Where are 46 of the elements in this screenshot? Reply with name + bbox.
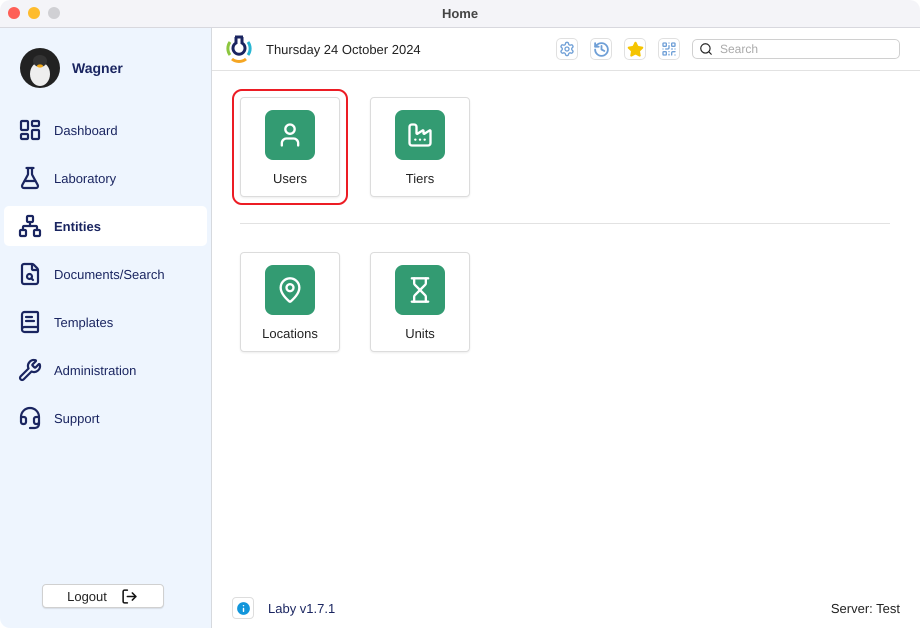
minimize-button[interactable] bbox=[28, 7, 40, 19]
history-button[interactable] bbox=[590, 38, 612, 60]
star-icon bbox=[626, 40, 644, 58]
settings-icon bbox=[559, 41, 575, 57]
nav-icon bbox=[18, 406, 42, 430]
nav-icon bbox=[18, 166, 42, 190]
entity-tile[interactable]: Users bbox=[240, 97, 340, 197]
sidebar-item[interactable]: Dashboard bbox=[4, 110, 207, 150]
logo-icon bbox=[224, 34, 254, 64]
tile-icon bbox=[265, 110, 315, 160]
nav-icon bbox=[18, 310, 42, 334]
history-icon bbox=[592, 40, 610, 58]
entity-tile[interactable]: Locations bbox=[240, 252, 340, 352]
nav-icon bbox=[18, 358, 42, 382]
tile-icon bbox=[395, 110, 445, 160]
sidebar-item[interactable]: Administration bbox=[4, 350, 207, 390]
tile-icon bbox=[265, 265, 315, 315]
info-icon bbox=[234, 600, 252, 616]
entity-tile[interactable]: Units bbox=[370, 252, 470, 352]
logout-button[interactable]: Logout bbox=[42, 584, 164, 608]
avatar-icon bbox=[20, 48, 60, 88]
server-text: Server: Test bbox=[830, 600, 900, 616]
nav-icon bbox=[18, 262, 42, 286]
favorites-button[interactable] bbox=[624, 38, 646, 60]
sidebar-item[interactable]: Documents/Search bbox=[4, 254, 207, 294]
search-icon bbox=[699, 42, 713, 56]
close-button[interactable] bbox=[8, 7, 20, 19]
sidebar-item[interactable]: Entities bbox=[4, 206, 207, 246]
entity-tile[interactable]: Tiers bbox=[370, 97, 470, 197]
settings-button[interactable] bbox=[556, 38, 578, 60]
nav-icon bbox=[18, 214, 42, 238]
version-text: Laby v1.7.1 bbox=[268, 600, 336, 616]
date-text: Thursday 24 October 2024 bbox=[266, 42, 421, 56]
info-button[interactable] bbox=[232, 597, 254, 619]
qr-code-icon bbox=[661, 41, 677, 57]
zoom-button[interactable] bbox=[48, 7, 60, 19]
logout-icon bbox=[120, 588, 138, 604]
window-title: Home bbox=[442, 6, 478, 21]
nav-icon bbox=[18, 118, 42, 142]
tile-icon bbox=[395, 265, 445, 315]
sidebar-item[interactable]: Templates bbox=[4, 302, 207, 342]
sidebar-item[interactable]: Laboratory bbox=[4, 158, 207, 198]
sidebar-item[interactable]: Support bbox=[4, 398, 207, 438]
qr-code-button[interactable] bbox=[658, 38, 680, 60]
user-name: Wagner bbox=[72, 60, 123, 76]
search-field[interactable]: Search bbox=[692, 39, 900, 59]
